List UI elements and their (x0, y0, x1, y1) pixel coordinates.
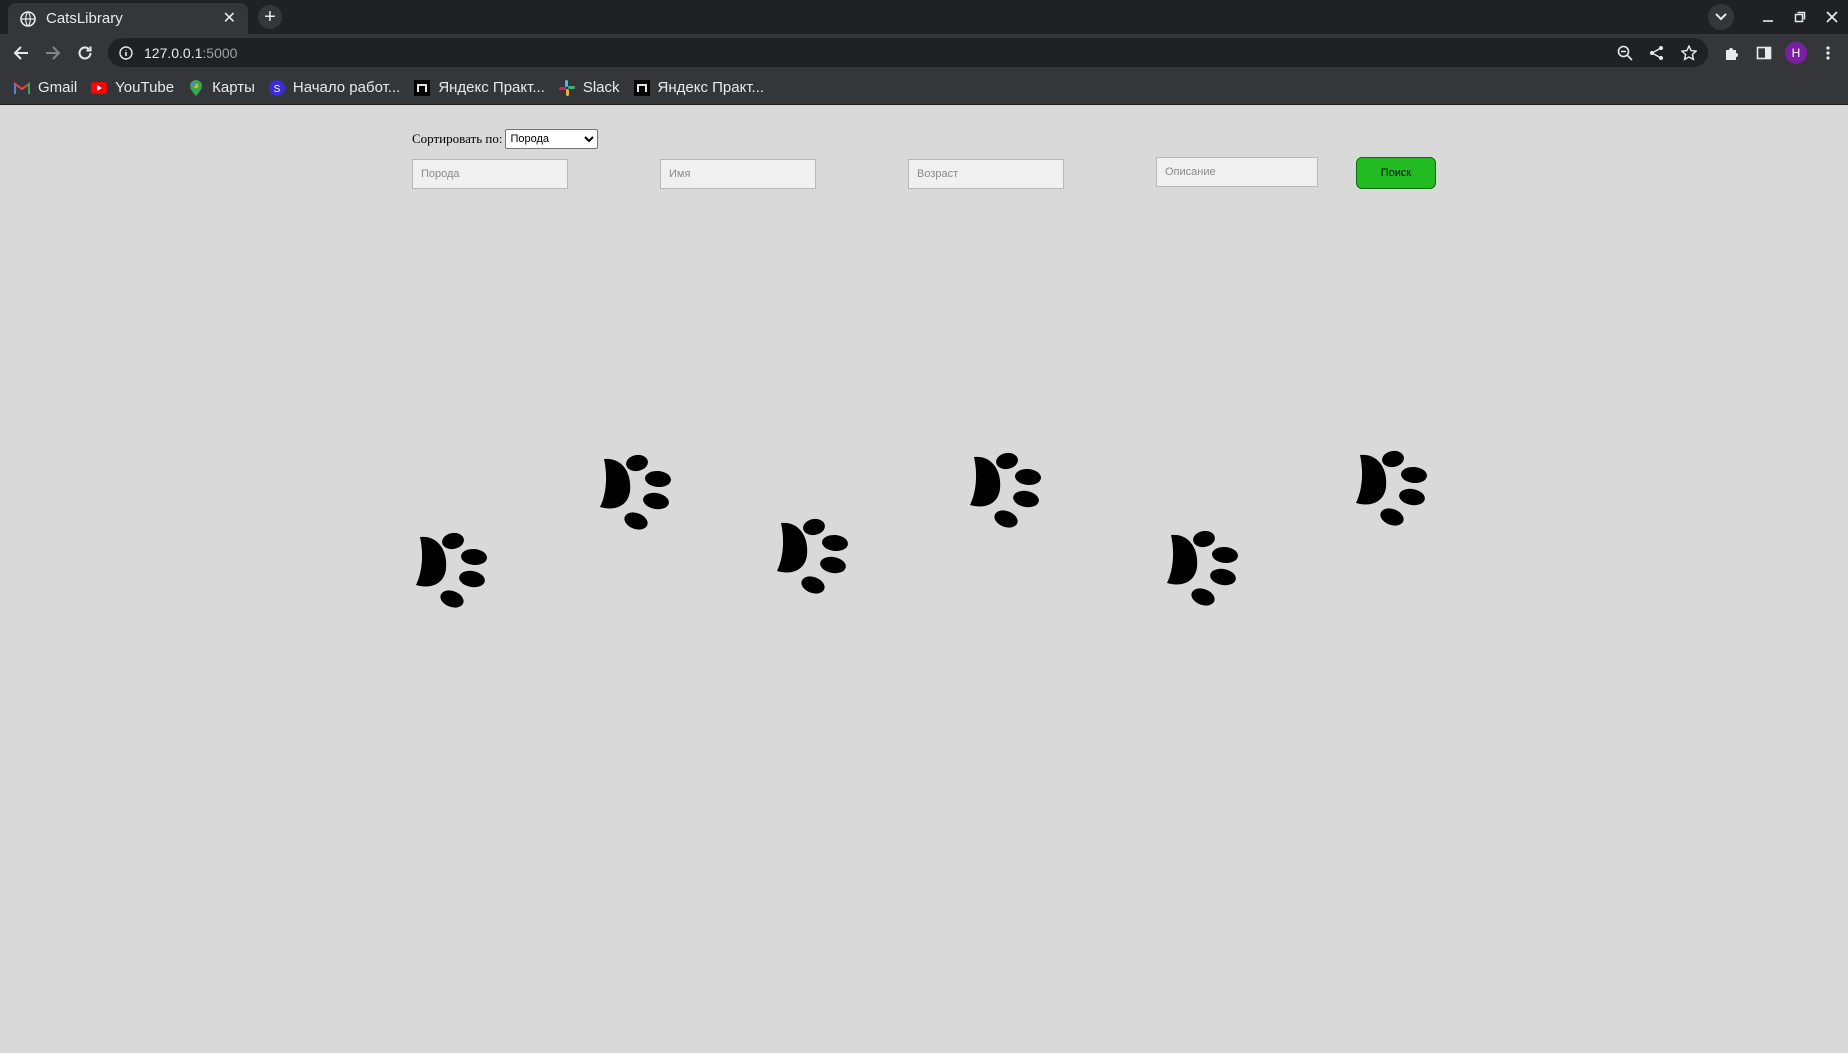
paw-print-icon (600, 454, 671, 530)
paw-print-icon (416, 532, 487, 608)
avatar: Н (1785, 42, 1807, 64)
url-port: :5000 (202, 44, 238, 61)
menu-kebab-icon[interactable] (1816, 41, 1840, 65)
extensions-puzzle-icon[interactable] (1720, 41, 1744, 65)
bookmark-label: YouTube (115, 79, 175, 96)
description-filter-input[interactable] (1156, 157, 1318, 187)
tab-close-icon[interactable]: ✕ (223, 10, 236, 27)
bookmark-slack[interactable]: Slack (558, 79, 620, 96)
bookmark-label: Gmail (38, 79, 78, 96)
yandex-practicum-icon (633, 79, 650, 96)
tab-title: CatsLibrary (46, 10, 123, 27)
browser-tab[interactable]: CatsLibrary ✕ (8, 3, 248, 34)
browser-toolbar: 127.0.0.1:5000 Н (0, 34, 1848, 71)
zoom-icon[interactable] (1614, 42, 1636, 64)
bookmarks-bar: Gmail YouTube Карты S Начало работ... Ян… (0, 71, 1848, 105)
maps-icon (188, 79, 204, 96)
bookmark-youtube[interactable]: YouTube (91, 79, 174, 96)
bookmark-label: Яндекс Практ... (657, 79, 765, 96)
site-info-icon[interactable] (118, 45, 134, 61)
paw-print-icon (1356, 450, 1427, 526)
restore-icon[interactable] (1784, 0, 1816, 34)
paw-print-icon (970, 452, 1041, 528)
page-content: Сортировать по: Порода Поиск (0, 105, 1848, 1053)
tab-search-chevron-icon[interactable] (1708, 4, 1734, 30)
window-controls (1708, 0, 1848, 34)
youtube-icon (91, 80, 108, 96)
forward-arrow-icon[interactable] (40, 40, 66, 66)
sort-label: Сортировать по: (412, 131, 503, 146)
bookmark-yandex-practicum-1[interactable]: Яндекс Практ... (414, 79, 545, 96)
bookmark-label: Начало работ... (292, 79, 401, 96)
profile-avatar[interactable]: Н (1784, 41, 1808, 65)
bookmark-gmail[interactable]: Gmail (14, 79, 77, 96)
url-text: 127.0.0.1:5000 (144, 45, 237, 61)
paw-print-icon (1167, 530, 1238, 606)
omnibox-actions (1614, 38, 1700, 67)
url-host: 127.0.0.1 (144, 44, 203, 61)
bookmark-label: Slack (582, 79, 620, 96)
tab-strip: CatsLibrary ✕ + (0, 0, 1848, 34)
bookmark-yandex-practicum-2[interactable]: Яндекс Практ... (633, 79, 765, 96)
toolbar-right: Н (1720, 40, 1840, 66)
age-filter-input[interactable] (908, 159, 1064, 189)
gmail-icon (14, 80, 30, 96)
globe-icon (20, 10, 36, 27)
reload-icon[interactable] (72, 40, 98, 66)
address-bar[interactable]: 127.0.0.1:5000 (108, 38, 1708, 67)
sort-row: Сортировать по: Порода (412, 129, 599, 149)
search-button[interactable]: Поиск (1356, 157, 1436, 189)
bookmark-label: Яндекс Практ... (438, 79, 545, 96)
name-filter-input[interactable] (660, 159, 816, 189)
bookmark-label: Карты (212, 79, 255, 96)
sort-select[interactable]: Порода (505, 129, 599, 149)
minimize-icon[interactable] (1752, 0, 1784, 34)
breed-filter-input[interactable] (412, 159, 568, 189)
side-panel-icon[interactable] (1752, 41, 1776, 65)
back-arrow-icon[interactable] (8, 40, 34, 66)
bookmark-maps[interactable]: Карты (188, 79, 255, 96)
slack-icon (558, 79, 575, 96)
svg-text:S: S (274, 84, 281, 95)
bookmark-star-icon[interactable] (1678, 42, 1700, 64)
yandex-practicum-icon (414, 79, 431, 96)
s-icon: S (268, 79, 285, 96)
paw-print-icon (777, 518, 848, 594)
bookmark-getting-started[interactable]: S Начало работ... (268, 79, 401, 96)
new-tab-icon[interactable]: + (258, 5, 282, 29)
close-window-icon[interactable] (1816, 0, 1848, 34)
share-icon[interactable] (1646, 42, 1668, 64)
